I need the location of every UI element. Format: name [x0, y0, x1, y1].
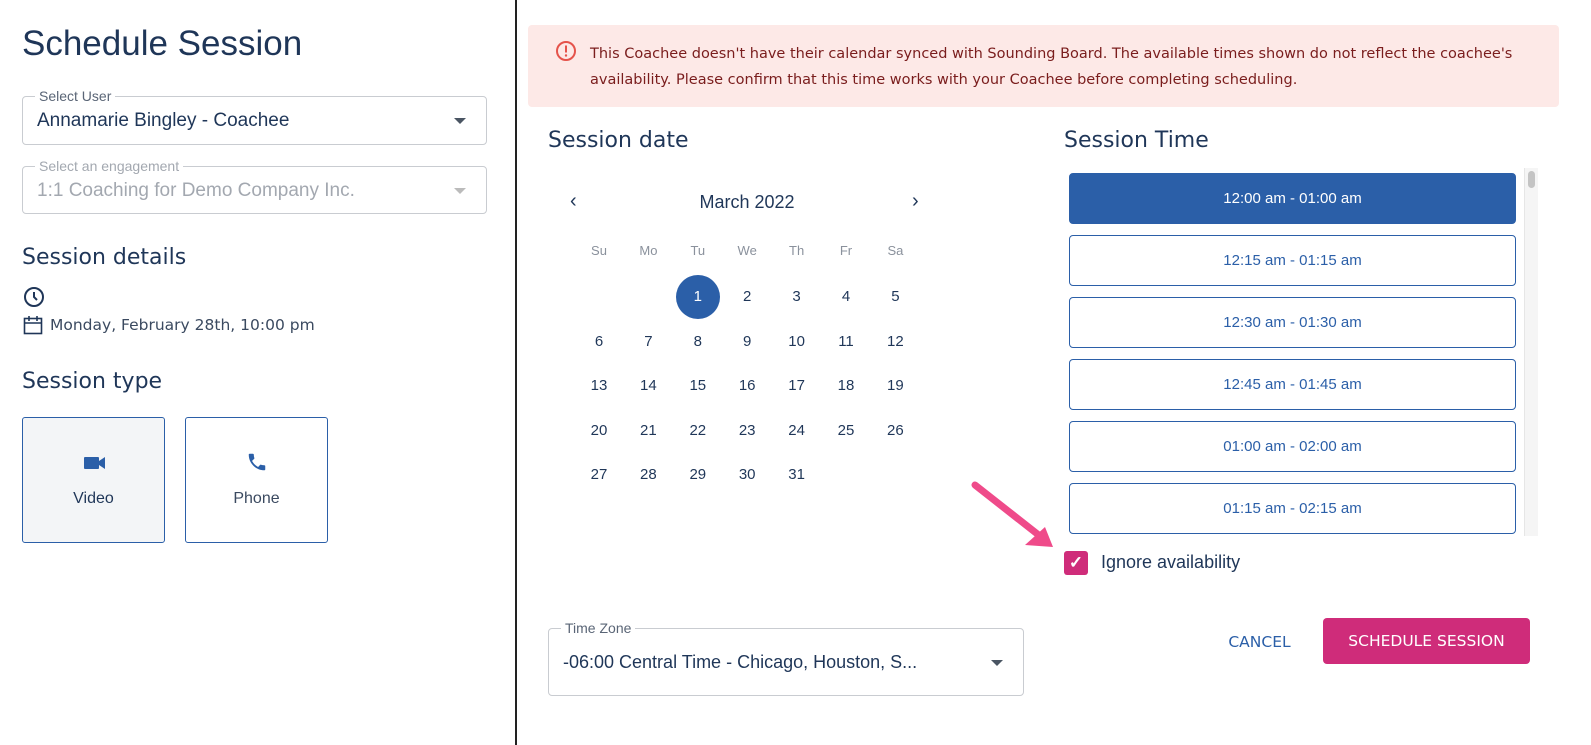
- calendar-day[interactable]: 13: [577, 364, 621, 408]
- calendar-day[interactable]: 26: [873, 409, 917, 453]
- calendar-day[interactable]: 18: [824, 364, 868, 408]
- timezone-label: Time Zone: [561, 620, 636, 636]
- session-time-heading: Session Time: [1064, 128, 1209, 153]
- weekday-label: Fr: [839, 243, 853, 258]
- calendar-day[interactable]: 17: [775, 364, 819, 408]
- calendar-day[interactable]: 19: [873, 364, 917, 408]
- calendar-day[interactable]: 3: [775, 275, 819, 319]
- calendar-month-label: March 2022: [699, 192, 795, 212]
- session-datetime: Monday, February 28th, 10:00 pm: [50, 316, 315, 334]
- select-engagement-label: Select an engagement: [35, 158, 184, 174]
- time-slot[interactable]: 01:00 am - 02:00 am: [1069, 421, 1516, 472]
- calendar-day[interactable]: 20: [577, 409, 621, 453]
- alert-circle-icon: [556, 41, 576, 61]
- calendar-day[interactable]: 14: [626, 364, 670, 408]
- calendar-day[interactable]: 4: [824, 275, 868, 319]
- next-month-button[interactable]: ›: [912, 190, 919, 213]
- time-slot[interactable]: 12:30 am - 01:30 am: [1069, 297, 1516, 348]
- calendar-sync-alert: This Coachee doesn't have their calendar…: [528, 25, 1559, 107]
- calendar-day[interactable]: 30: [725, 453, 769, 497]
- alert-text: This Coachee doesn't have their calendar…: [590, 46, 1513, 88]
- chevron-down-icon: [454, 188, 466, 194]
- session-details-heading: Session details: [22, 245, 187, 270]
- calendar-day[interactable]: 11: [824, 320, 868, 364]
- calendar-day[interactable]: 2: [725, 275, 769, 319]
- calendar-day[interactable]: 27: [577, 453, 621, 497]
- clock-icon: [24, 287, 44, 307]
- calendar-day[interactable]: 15: [676, 364, 720, 408]
- calendar-icon: [23, 316, 43, 335]
- scrollbar-thumb[interactable]: [1528, 171, 1535, 188]
- calendar-day[interactable]: 28: [626, 453, 670, 497]
- phone-icon: [248, 453, 266, 471]
- weekday-label: Tu: [690, 243, 706, 258]
- calendar-day[interactable]: 1: [675, 275, 720, 319]
- calendar-day[interactable]: 29: [676, 453, 720, 497]
- chevron-down-icon: [454, 118, 466, 124]
- timezone-value: -06:00 Central Time - Chicago, Houston, …: [563, 652, 918, 672]
- schedule-session-button[interactable]: SCHEDULE SESSION: [1323, 618, 1530, 664]
- cancel-button[interactable]: CANCEL: [1212, 630, 1307, 654]
- session-type-heading: Session type: [22, 369, 163, 394]
- ignore-availability-checkbox[interactable]: ✓: [1064, 551, 1088, 575]
- calendar-day[interactable]: 12: [873, 320, 917, 364]
- time-slot-scrollbar[interactable]: [1524, 168, 1538, 536]
- calendar-day[interactable]: 5: [873, 275, 917, 319]
- select-engagement-dropdown: Select an engagement 1:1 Coaching for De…: [22, 158, 487, 214]
- select-engagement-value: 1:1 Coaching for Demo Company Inc.: [37, 180, 355, 201]
- time-slot[interactable]: 12:45 am - 01:45 am: [1069, 359, 1516, 410]
- weekday-label: Mo: [639, 243, 658, 258]
- session-type-label: Phone: [233, 490, 280, 507]
- calendar-day[interactable]: 22: [676, 409, 720, 453]
- prev-month-button[interactable]: ‹: [570, 190, 577, 213]
- select-user-label: Select User: [35, 88, 116, 104]
- panel-divider: [515, 0, 517, 745]
- calendar-day[interactable]: 9: [725, 320, 769, 364]
- calendar-day[interactable]: 21: [626, 409, 670, 453]
- weekday-label: Th: [789, 243, 805, 258]
- weekday-label: Su: [591, 243, 607, 258]
- calendar-day[interactable]: 16: [725, 364, 769, 408]
- calendar-day[interactable]: 7: [626, 320, 670, 364]
- annotation-arrow-icon: [971, 481, 1053, 547]
- calendar-day[interactable]: 25: [824, 409, 868, 453]
- ignore-availability-label: Ignore availability: [1101, 552, 1241, 572]
- video-camera-icon: [84, 457, 105, 469]
- calendar-day[interactable]: 23: [725, 409, 769, 453]
- time-slot[interactable]: 12:15 am - 01:15 am: [1069, 235, 1516, 286]
- timezone-dropdown[interactable]: Time Zone -06:00 Central Time - Chicago,…: [548, 620, 1024, 696]
- weekday-label: We: [737, 243, 757, 258]
- calendar-day[interactable]: 8: [676, 320, 720, 364]
- select-user-dropdown[interactable]: Select User Annamarie Bingley - Coachee: [22, 88, 487, 145]
- calendar-day[interactable]: 31: [775, 453, 819, 497]
- page-title: Schedule Session: [22, 24, 303, 63]
- weekday-label: Sa: [887, 243, 904, 258]
- calendar-day[interactable]: 24: [775, 409, 819, 453]
- time-slot[interactable]: 01:15 am - 02:15 am: [1069, 483, 1516, 534]
- session-date-heading: Session date: [548, 128, 689, 153]
- select-user-value: Annamarie Bingley - Coachee: [37, 110, 290, 131]
- time-slot[interactable]: 12:00 am - 01:00 am: [1069, 173, 1516, 224]
- chevron-down-icon: [991, 660, 1003, 666]
- calendar-day[interactable]: 10: [775, 320, 819, 364]
- session-type-phone[interactable]: Phone: [185, 417, 328, 543]
- session-type-label: Video: [73, 490, 114, 507]
- calendar-day[interactable]: 6: [577, 320, 621, 364]
- session-type-video[interactable]: Video: [22, 417, 165, 543]
